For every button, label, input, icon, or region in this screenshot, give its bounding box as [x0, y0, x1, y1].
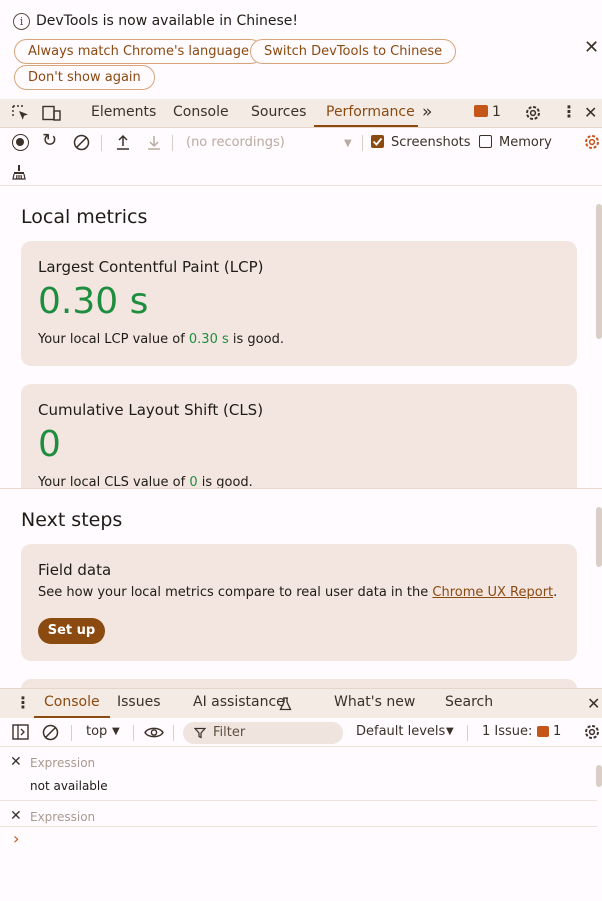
chevron-down-icon[interactable]: ▼ — [112, 726, 120, 737]
record-button[interactable] — [12, 134, 29, 151]
close-devtools-icon[interactable]: ✕ — [584, 103, 597, 122]
screenshots-checkbox[interactable] — [371, 135, 384, 148]
drawer-tab-issues[interactable]: Issues — [117, 689, 161, 717]
switch-chinese-button[interactable]: Switch DevTools to Chinese — [250, 39, 457, 64]
live-expression-eye-icon[interactable] — [144, 726, 164, 739]
log-levels-select[interactable]: Default levels — [356, 724, 445, 739]
sidebar-toggle-icon[interactable] — [12, 724, 29, 740]
issues-icon[interactable] — [537, 726, 549, 737]
next-card-partial — [21, 679, 577, 688]
dont-show-again-button[interactable]: Don't show again — [14, 65, 155, 90]
tab-console[interactable]: Console — [173, 99, 229, 127]
lcp-value: 0.30 s — [38, 281, 149, 322]
clear-console-icon[interactable] — [42, 724, 59, 741]
local-metrics-heading: Local metrics — [21, 206, 148, 228]
drawer-tab-whats-new[interactable]: What's new — [334, 689, 415, 717]
console-body: ✕ Expression not available ✕ Expression … — [0, 747, 602, 901]
screenshots-label[interactable]: Screenshots — [391, 135, 471, 151]
memory-checkbox[interactable] — [479, 135, 492, 148]
console-toolbar: top ▼ Filter Default levels ▼ 1 Issue: 1 — [0, 718, 602, 747]
issues-icon[interactable] — [474, 105, 488, 117]
remove-expression-icon[interactable]: ✕ — [10, 808, 22, 824]
chevron-down-icon[interactable]: ▼ — [344, 136, 352, 152]
lcp-title: Largest Contentful Paint (LCP) — [38, 258, 264, 276]
field-data-title: Field data — [38, 561, 112, 579]
drawer-tab-bar: ⋮ Console Issues AI assistance What's ne… — [0, 688, 602, 718]
tab-sources[interactable]: Sources — [251, 99, 306, 127]
expression-input[interactable]: Expression — [30, 756, 95, 770]
local-metrics-panel: Local metrics Largest Contentful Paint (… — [0, 186, 602, 488]
field-data-description: See how your local metrics compare to re… — [38, 585, 558, 600]
next-steps-heading: Next steps — [21, 509, 123, 531]
setup-button[interactable]: Set up — [38, 618, 105, 644]
field-data-card: Field data See how your local metrics co… — [21, 544, 577, 661]
chrome-ux-report-link[interactable]: Chrome UX Report — [432, 585, 553, 600]
language-infobar: i DevTools is now available in Chinese! … — [0, 0, 602, 99]
info-icon: i — [13, 13, 30, 30]
console-prompt[interactable]: › — [13, 829, 19, 848]
console-settings-icon[interactable] — [583, 723, 601, 741]
inspect-element-icon[interactable] — [12, 105, 30, 122]
issues-count[interactable]: 1 — [492, 104, 501, 120]
settings-gear-icon[interactable] — [524, 104, 542, 122]
drawer-menu-icon[interactable]: ⋮ — [15, 693, 31, 712]
context-selector[interactable]: top — [86, 724, 107, 739]
cls-value: 0 — [38, 424, 61, 465]
tab-elements[interactable]: Elements — [91, 99, 156, 127]
garbage-collect-icon[interactable] — [11, 164, 27, 180]
next-steps-panel: Next steps Field data See how your local… — [0, 488, 602, 688]
cls-card: Cumulative Layout Shift (CLS) 0 Your loc… — [21, 384, 577, 488]
expression-input[interactable]: Expression — [30, 810, 95, 824]
issues-label[interactable]: 1 Issue: — [482, 724, 532, 739]
filter-input[interactable]: Filter — [183, 722, 343, 744]
more-tabs-icon[interactable]: » — [422, 102, 432, 122]
reload-record-icon[interactable]: ↻ — [42, 132, 57, 150]
chevron-down-icon[interactable]: ▼ — [446, 726, 454, 737]
filter-placeholder: Filter — [213, 725, 246, 740]
main-tab-bar: Elements Console Sources Performance » 1… — [0, 99, 602, 128]
performance-toolbar: ↻ (no recordings) ▼ Screenshots Memory — [0, 128, 602, 186]
cls-title: Cumulative Layout Shift (CLS) — [38, 401, 264, 419]
expression-result: not available — [30, 779, 108, 793]
drawer-tab-search[interactable]: Search — [445, 689, 493, 717]
cls-description: Your local CLS value of 0 is good. — [38, 475, 253, 488]
drawer-tab-console[interactable]: Console — [34, 689, 110, 718]
device-toolbar-icon[interactable] — [42, 105, 61, 122]
lcp-description: Your local LCP value of 0.30 s is good. — [38, 332, 284, 347]
recordings-select[interactable]: (no recordings) — [186, 135, 285, 151]
filter-icon — [194, 727, 206, 739]
live-expression-row: ✕ Expression not available — [0, 747, 597, 801]
tab-performance[interactable]: Performance — [314, 99, 418, 127]
save-profile-icon — [148, 136, 160, 150]
close-infobar-icon[interactable]: ✕ — [584, 39, 599, 57]
capture-settings-icon[interactable] — [583, 133, 601, 151]
customize-menu-icon[interactable]: ⋮ — [561, 102, 577, 121]
clear-icon[interactable] — [73, 134, 90, 151]
memory-label[interactable]: Memory — [499, 135, 552, 151]
match-language-button[interactable]: Always match Chrome's language — [14, 39, 263, 64]
flask-icon — [279, 697, 292, 711]
issues-count-drawer[interactable]: 1 — [553, 724, 561, 739]
infobar-message: DevTools is now available in Chinese! — [36, 13, 298, 29]
metrics-scrollbar[interactable] — [596, 204, 602, 339]
drawer-tab-ai-assistance[interactable]: AI assistance — [193, 689, 285, 717]
expressions-scrollbar[interactable] — [596, 765, 602, 787]
lcp-card: Largest Contentful Paint (LCP) 0.30 s Yo… — [21, 241, 577, 366]
live-expression-row: ✕ Expression — [0, 801, 597, 827]
remove-expression-icon[interactable]: ✕ — [10, 754, 22, 770]
close-drawer-icon[interactable]: ✕ — [587, 694, 600, 713]
next-steps-scrollbar[interactable] — [596, 507, 602, 567]
devtools-window: i DevTools is now available in Chinese! … — [0, 0, 602, 901]
load-profile-icon[interactable] — [115, 134, 131, 151]
